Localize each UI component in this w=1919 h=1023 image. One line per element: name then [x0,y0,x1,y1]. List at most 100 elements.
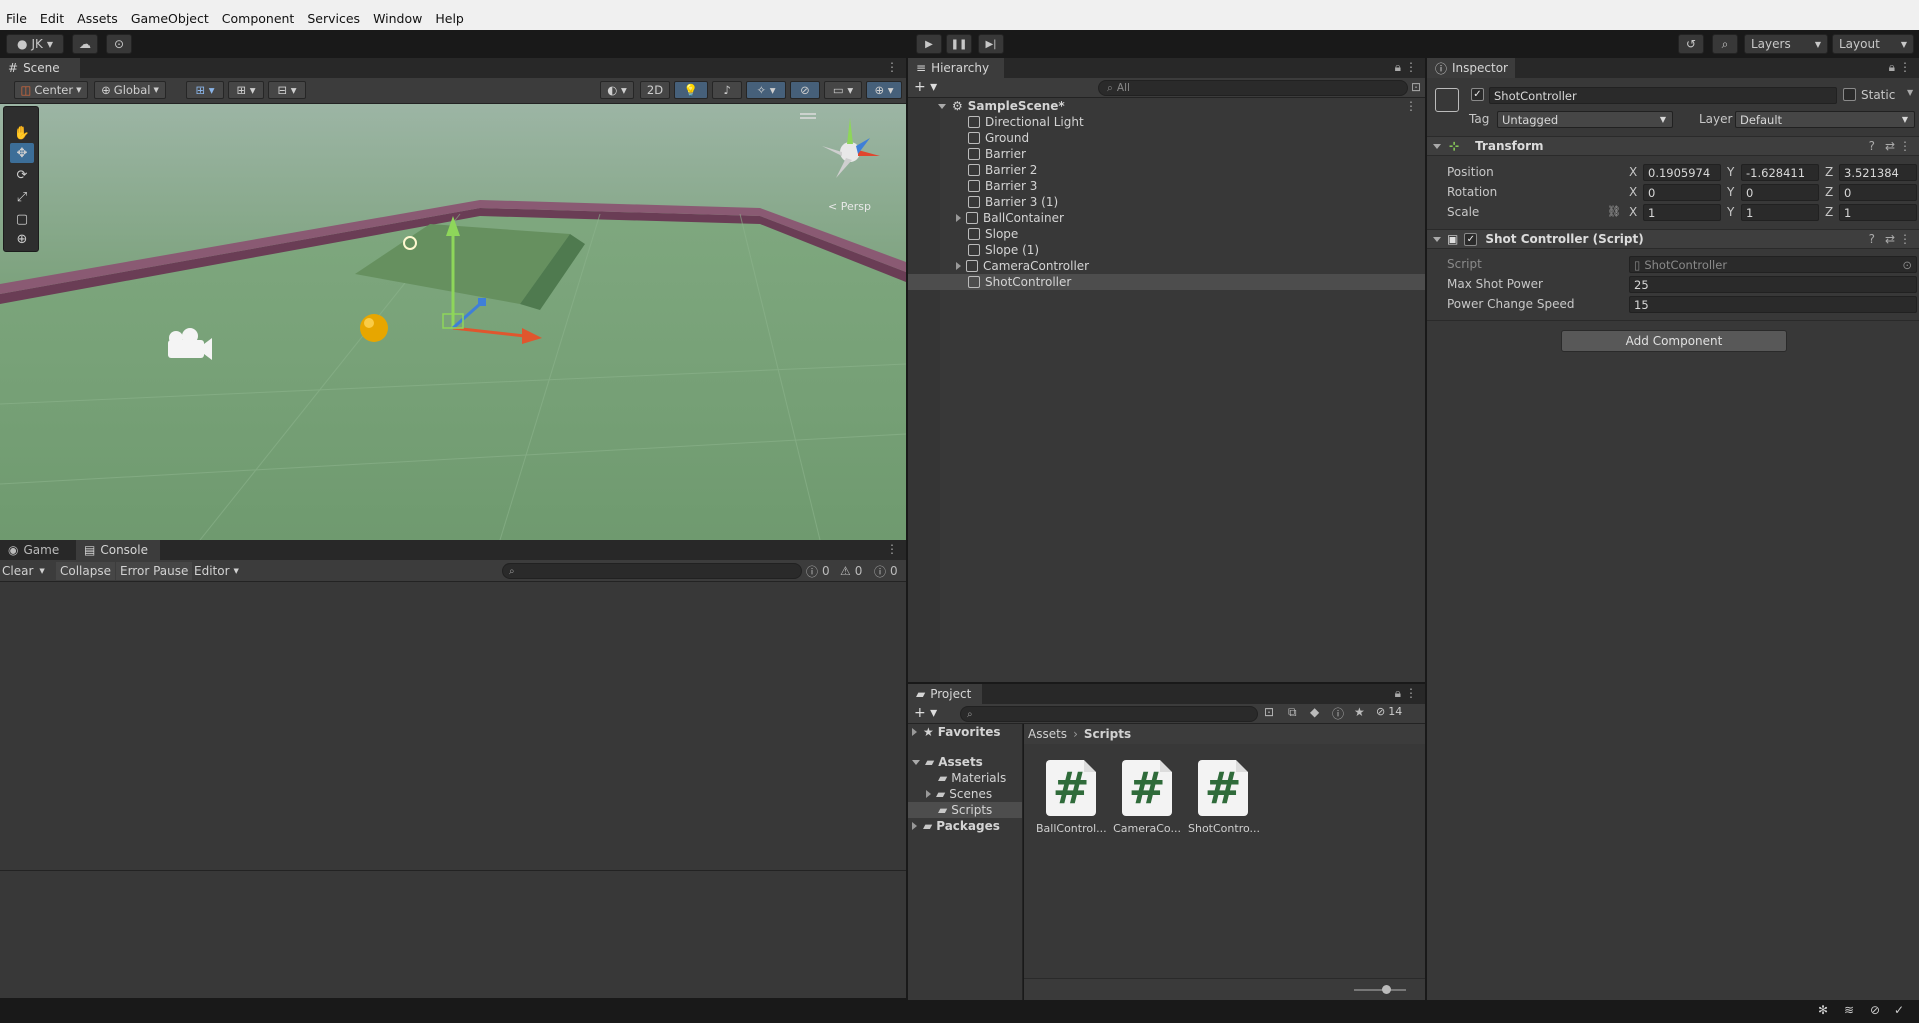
snap-button[interactable]: ⊞ ▾ [186,81,224,99]
add-object-button[interactable]: + ▾ [914,79,937,95]
warning-count[interactable]: ⚠ 0 [840,563,862,579]
layers-status-icon[interactable]: ≋ [1844,1003,1854,1017]
menu-edit[interactable]: Edit [40,11,64,26]
layers-dropdown[interactable]: Layers ▼ [1744,34,1828,54]
hierarchy-item-barrier-3[interactable]: Barrier 3 [968,178,1485,194]
label-icon[interactable]: ◆ [1310,705,1319,719]
component-enabled-checkbox[interactable]: ✓ [1464,232,1478,246]
collab-button[interactable]: ⊙ [106,34,132,54]
filter-icon[interactable]: ⧉ [1288,705,1297,720]
create-asset-button[interactable]: + ▾ [914,705,937,721]
menu-services[interactable]: Services [307,11,360,26]
menu-help[interactable]: Help [435,11,464,26]
rotation-x-field[interactable]: 0 [1643,184,1721,201]
tab-game[interactable]: ◉ Game [0,540,74,560]
expand-arrow-icon[interactable] [912,728,917,736]
icon-size-slider-handle[interactable] [1382,985,1391,994]
breadcrumb-assets[interactable]: Assets [1028,727,1067,741]
object-name-field[interactable]: ShotController [1489,87,1837,104]
hierarchy-item-slope[interactable]: Slope [968,226,1485,242]
tab-inspector[interactable]: ⓘ Inspector [1427,58,1515,78]
gizmos-button[interactable]: ⊕ ▾ [866,81,902,99]
lock-icon[interactable]: 🔒︎ [1395,686,1401,701]
hierarchy-search-input[interactable]: ⌕ All [1098,80,1408,96]
rotate-tool-icon[interactable]: ⟳ [10,165,34,185]
account-dropdown[interactable]: ● JK ▼ [6,34,64,54]
scene-menu-icon[interactable]: ⋮ [1405,99,1417,113]
hierarchy-item-directional-light[interactable]: Directional Light [968,114,1485,130]
scene-root[interactable]: ⚙ SampleScene* ⋮ [938,98,1455,114]
packages-node[interactable]: ▰ Packages [912,818,1026,834]
menu-assets[interactable]: Assets [77,11,118,26]
error-count[interactable]: ⓘ 0 [874,563,898,579]
lock-icon[interactable]: 🔒︎ [1395,60,1401,75]
position-x-field[interactable]: 0.1905974 [1643,164,1721,181]
transform-header[interactable]: ⊹ Transform ? ⇄ ⋮ [1427,136,1919,156]
effects-toggle[interactable]: ✧ ▾ [746,81,786,99]
hierarchy-item-barrier[interactable]: Barrier [968,146,1485,162]
step-button[interactable]: ▶| [978,34,1004,54]
console-search-input[interactable]: ⌕ [502,563,802,579]
expand-arrow-icon[interactable] [956,262,961,270]
tab-hierarchy[interactable]: ≡ Hierarchy [908,58,1004,78]
mode-2d-button[interactable]: 2D [640,81,670,99]
more-options-icon[interactable]: ⋮ [1899,232,1911,246]
file-ballcontroller[interactable]: BallControl... [1036,822,1107,835]
menu-gameobject[interactable]: GameObject [131,11,209,26]
favorites-node[interactable]: ★ Favorites [912,724,1026,740]
history-button[interactable]: ↺ [1678,34,1704,54]
scene-viewport[interactable]: < Persp ✋ ✥ ⟳ ⤢ ▢ ⊕ [0,104,906,540]
help-icon[interactable]: ? [1869,139,1875,153]
check-circle-icon[interactable]: ✓ [1894,1003,1904,1017]
expand-arrow-icon[interactable] [956,214,961,222]
star-icon[interactable]: ★ [1354,705,1365,719]
scale-y-field[interactable]: 1 [1741,204,1819,221]
preset-icon[interactable]: ⇄ [1885,232,1895,246]
breadcrumb-scripts[interactable]: Scripts [1084,727,1131,741]
more-options-icon[interactable]: ⋮ [886,542,898,556]
script-component-header[interactable]: ▣ ✓ Shot Controller (Script) ? ⇄ ⋮ [1427,229,1919,249]
position-y-field[interactable]: -1.628411 [1741,164,1819,181]
scale-z-field[interactable]: 1 [1839,204,1917,221]
camera-settings-button[interactable]: ▭ ▾ [824,81,862,99]
expand-arrow-icon[interactable] [1433,143,1441,149]
assets-node[interactable]: ▰ Assets [912,754,1026,770]
draw-mode-button[interactable]: ◐ ▾ [600,81,634,99]
hand-tool-icon[interactable]: ✋ [10,123,34,143]
preset-icon[interactable]: ⇄ [1885,139,1895,153]
position-z-field[interactable]: 3.521384 [1839,164,1917,181]
hierarchy-item-ballcontainer[interactable]: BallContainer [956,210,1473,226]
project-search-input[interactable]: ⌕ [960,706,1258,722]
hierarchy-item-cameracontroller[interactable]: CameraController [956,258,1473,274]
more-options-icon[interactable]: ⋮ [1899,60,1911,74]
bug-icon[interactable]: ✻ [1818,1003,1828,1017]
csharp-script-icon[interactable]: # [1046,760,1096,816]
persp-label[interactable]: < Persp [828,200,871,213]
pause-button[interactable]: ❚❚ [946,34,972,54]
tab-scene[interactable]: # Scene [0,58,80,78]
menu-file[interactable]: File [6,11,27,26]
layout-dropdown[interactable]: Layout ▼ [1832,34,1914,54]
csharp-script-icon[interactable]: # [1122,760,1172,816]
file-shotcontroller[interactable]: ShotContro... [1188,822,1260,835]
increment-snap-button[interactable]: ⊟ ▾ [268,81,306,99]
warning-filter-icon[interactable]: ⓘ [1332,705,1344,722]
folder-scenes[interactable]: ▰ Scenes [926,786,1040,802]
expand-arrow-icon[interactable] [926,790,931,798]
file-cameracontroller[interactable]: CameraCo... [1112,822,1182,835]
static-checkbox[interactable] [1843,88,1856,101]
search-button[interactable]: ⌕ [1712,34,1738,54]
network-icon[interactable]: ⊘ [1870,1003,1880,1017]
rect-tool-icon[interactable]: ▢ [10,209,34,229]
expand-arrow-icon[interactable] [912,759,920,765]
menu-window[interactable]: Window [373,11,422,26]
scale-tool-icon[interactable]: ⤢ [10,187,34,207]
more-options-icon[interactable]: ⋮ [1405,60,1417,74]
scene-visibility-icon[interactable]: ⊡ [1411,80,1421,94]
cloud-button[interactable]: ☁ [72,34,98,54]
active-checkbox[interactable]: ✓ [1471,88,1484,101]
icon-size-slider[interactable] [1354,989,1406,991]
expand-arrow-icon[interactable] [938,103,946,109]
audio-toggle[interactable]: ♪ [712,81,742,99]
space-dropdown[interactable]: ⊕ Global ▼ [94,81,166,99]
